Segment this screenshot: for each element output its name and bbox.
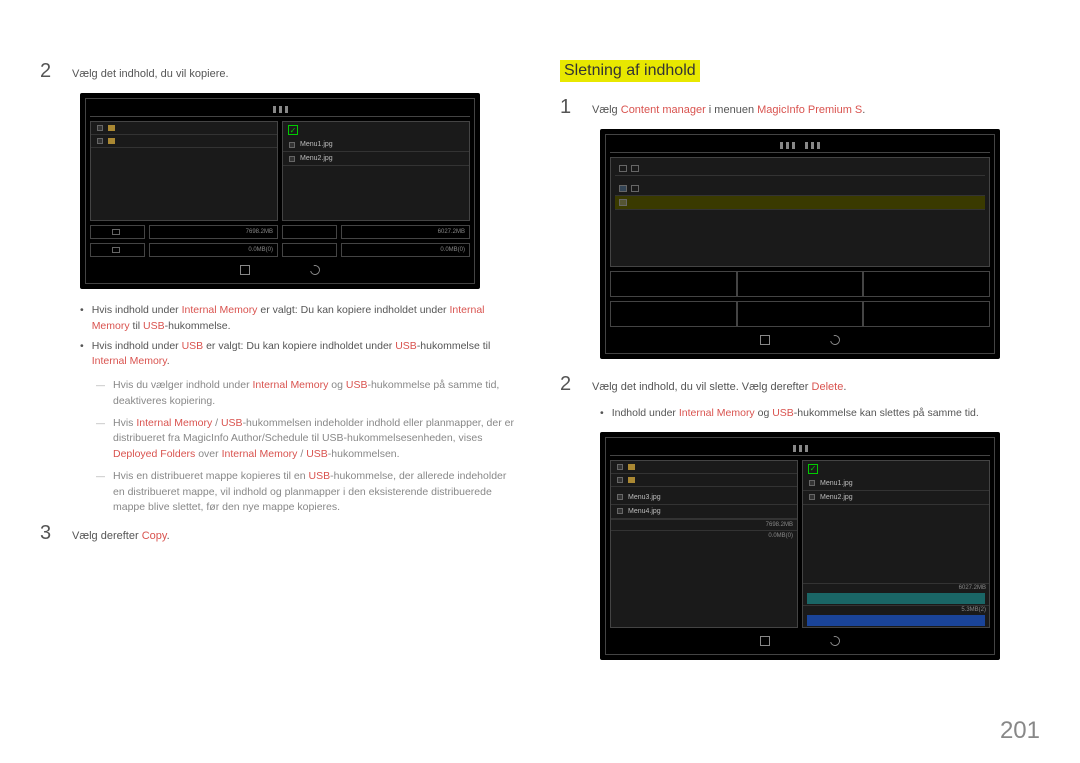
status-cell: 0.0MB(0) [611,530,797,541]
list-item [611,474,797,487]
status-cell: 7698.2MB [611,519,797,530]
note: Hvis en distribueret mappe kopieres til … [96,469,520,516]
list-item [91,135,277,148]
step-2-text: Vælg det indhold, du vil kopiere. [72,60,229,83]
step-number: 2 [560,373,580,396]
menu-item [615,182,985,196]
file-label: Menu3.jpg [628,494,661,501]
footer-bar [90,261,470,279]
top-bar [90,103,470,117]
menu-item [615,162,985,176]
refresh-icon [308,263,322,277]
status-cell: 5.3MB(2) [803,605,989,614]
file-label: Menu2.jpg [300,155,333,162]
right-panel: ✓ Menu1.jpg Menu2.jpg [282,121,470,221]
status-cell: 0.0MB(0) [149,243,278,257]
step-1-text: Vælg Content manager i menuen MagicInfo … [592,96,865,119]
list-item: Menu1.jpg [283,138,469,152]
return-icon [760,335,770,345]
left-panel [90,121,278,221]
note-list: Hvis du vælger indhold under Internal Me… [96,378,520,516]
screenshot-delete-select: Menu3.jpg Menu4.jpg 7698.2MB 0.0MB(0) ✓ … [600,432,1000,660]
list-item: Menu2.jpg [283,152,469,166]
footer-bar [610,331,990,349]
bullet-list: Indhold under Internal Memory og USB-huk… [600,406,1040,422]
screenshot-content-manager [600,129,1000,359]
status-cell [90,225,145,239]
status-cell: 7698.2MB [149,225,278,239]
check-icon: ✓ [808,464,818,474]
list-item [611,461,797,474]
file-label: Menu1.jpg [300,141,333,148]
step-1: 1 Vælg Content manager i menuen MagicInf… [560,96,1040,119]
status-cell [282,225,337,239]
status-cell: 6027.2MB [341,225,470,239]
note: Hvis du vælger indhold under Internal Me… [96,378,520,410]
step-2-text: Vælg det indhold, du vil slette. Vælg de… [592,373,846,396]
right-column: Sletning af indhold 1 Vælg Content manag… [560,60,1040,674]
menu-panel [610,157,990,267]
page-number: 201 [1000,717,1040,745]
bullet: Indhold under Internal Memory og USB-huk… [600,406,1040,422]
step-3-text: Vælg derefter Copy. [72,522,170,545]
top-bar [610,442,990,456]
step-number: 2 [40,60,60,83]
menu-item-selected [615,196,985,210]
list-item: Menu4.jpg [611,505,797,519]
return-icon [760,636,770,646]
left-column: 2 Vælg det indhold, du vil kopiere. ✓ Me… [40,60,520,674]
right-panel: ✓ Menu1.jpg Menu2.jpg 6027.2MB 5.3MB(2) [802,460,990,628]
note: Hvis Internal Memory / USB-hukommelsen i… [96,416,520,463]
status-cell [282,243,337,257]
check-icon: ✓ [288,125,298,135]
step-number: 1 [560,96,580,119]
file-label: Menu2.jpg [820,494,853,501]
step-2: 2 Vælg det indhold, du vil kopiere. [40,60,520,83]
left-panel: Menu3.jpg Menu4.jpg 7698.2MB 0.0MB(0) [610,460,798,628]
file-label: Menu1.jpg [820,480,853,487]
bullet: Hvis indhold under USB er valgt: Du kan … [80,339,520,371]
bullet: Hvis indhold under Internal Memory er va… [80,303,520,335]
status-cell: 6027.2MB [803,583,989,592]
screenshot-copy-select: ✓ Menu1.jpg Menu2.jpg 7698.2MB 6027.2MB … [80,93,480,289]
status-cell [90,243,145,257]
list-item: Menu1.jpg [803,477,989,491]
action-button [807,593,985,604]
step-number: 3 [40,522,60,545]
step-2: 2 Vælg det indhold, du vil slette. Vælg … [560,373,1040,396]
file-label: Menu4.jpg [628,508,661,515]
return-icon [240,265,250,275]
section-title: Sletning af indhold [560,60,700,82]
refresh-icon [828,333,842,347]
footer-bar [610,632,990,650]
refresh-icon [828,634,842,648]
list-item: Menu3.jpg [611,491,797,505]
step-3: 3 Vælg derefter Copy. [40,522,520,545]
list-item [91,122,277,135]
top-bar [610,139,990,153]
status-cell: 0.0MB(0) [341,243,470,257]
list-item: Menu2.jpg [803,491,989,505]
bottom-grid [610,301,990,327]
bullet-list: Hvis indhold under Internal Memory er va… [80,303,520,370]
bottom-grid [610,271,990,297]
action-button [807,615,985,626]
